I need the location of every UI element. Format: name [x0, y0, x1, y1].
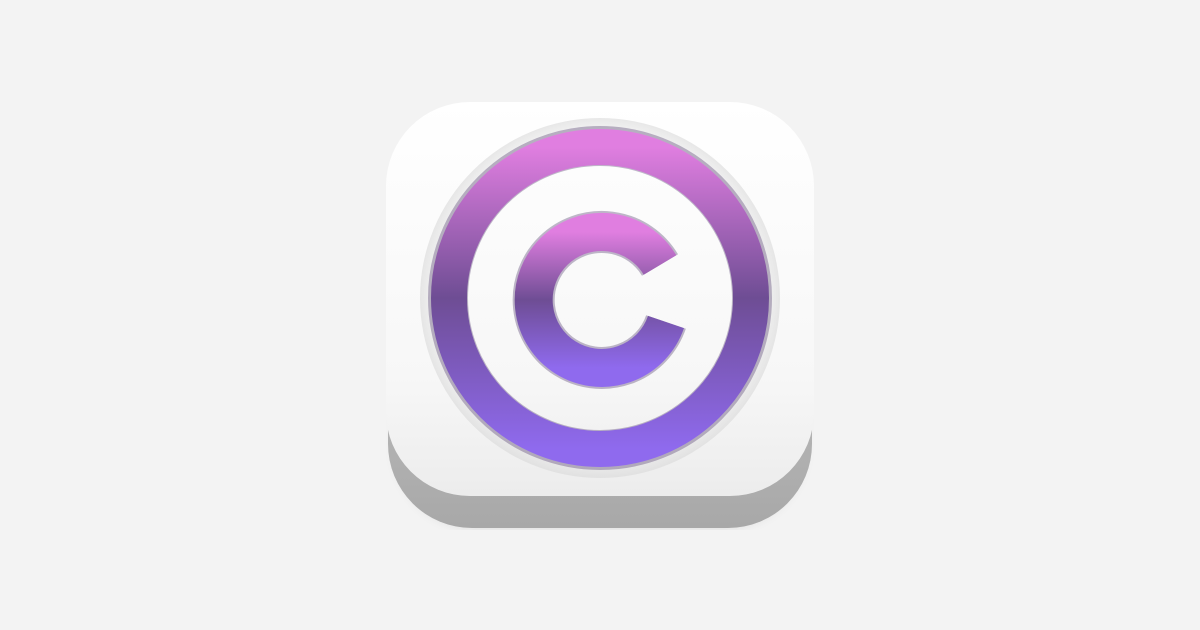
copyright-app-icon[interactable]: [386, 102, 814, 530]
stage: [0, 0, 1200, 630]
copyright-icon: [386, 102, 814, 528]
ring-halo: [420, 118, 780, 478]
